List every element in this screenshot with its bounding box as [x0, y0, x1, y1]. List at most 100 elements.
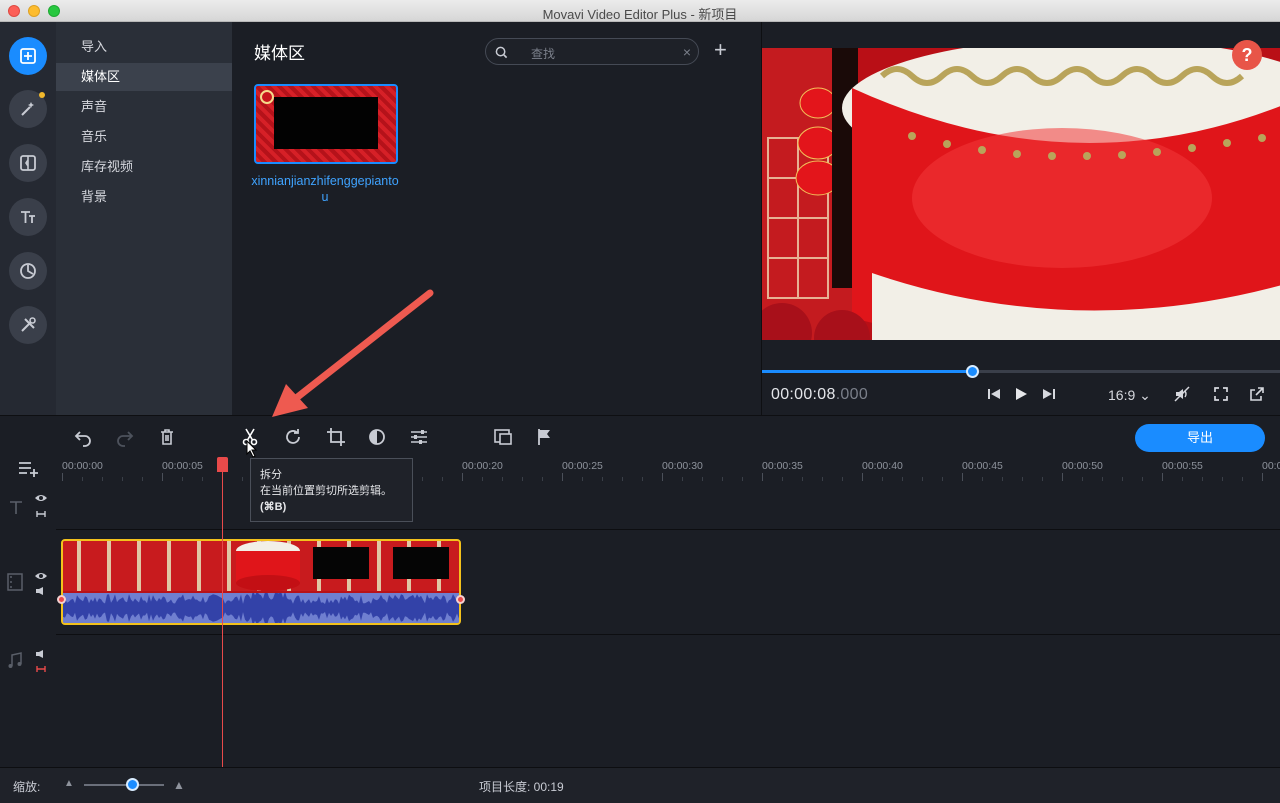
media-nav-list: 导入 媒体区 声音 音乐 库存视频 背景: [56, 22, 232, 415]
ruler-minor-tick: [682, 477, 683, 481]
ruler-minor-tick: [82, 477, 83, 481]
ruler-tick: [662, 473, 663, 481]
undo-button[interactable]: [73, 427, 93, 447]
media-thumbnail[interactable]: [254, 84, 398, 164]
search-input[interactable]: 查找 ×: [485, 38, 699, 65]
titles-tool-button[interactable]: [9, 198, 47, 236]
add-media-button[interactable]: +: [714, 38, 727, 62]
ruler-minor-tick: [1202, 477, 1203, 481]
clip-trim-end-handle[interactable]: [456, 595, 465, 604]
clear-search-icon[interactable]: ×: [683, 44, 691, 60]
aspect-ratio-select[interactable]: 16:9 ⌄: [1108, 387, 1151, 404]
link-icon[interactable]: [35, 509, 47, 519]
previous-frame-button[interactable]: [986, 386, 1002, 407]
detach-preview-button[interactable]: [1249, 386, 1265, 407]
drum-scene-image: [762, 48, 1280, 340]
speaker-icon[interactable]: [35, 586, 47, 596]
nav-item-sounds[interactable]: 声音: [56, 93, 232, 121]
redo-icon: [117, 431, 134, 447]
stickers-tool-button[interactable]: [9, 252, 47, 290]
audio-waveform: [63, 593, 459, 623]
skip-forward-icon: [1043, 389, 1055, 399]
ruler-minor-tick: [1122, 477, 1123, 481]
ruler-minor-tick: [882, 477, 883, 481]
tools-icon: [21, 317, 36, 332]
more-tools-button[interactable]: [9, 306, 47, 344]
timecode-main: 00:00:08: [771, 386, 836, 403]
play-button[interactable]: [1013, 386, 1029, 407]
playback-progress-fill: [762, 370, 973, 373]
music-track[interactable]: [56, 635, 1280, 767]
ruler-minor-tick: [142, 477, 143, 481]
flag-icon: [538, 429, 550, 445]
zoom-out-icon[interactable]: ▲: [64, 778, 74, 789]
ruler-tick: [562, 473, 563, 481]
ruler-tick-label: 00:00:45: [962, 460, 1003, 472]
nav-item-stock-video[interactable]: 库存视频: [56, 153, 232, 181]
lantern-icon: [260, 90, 274, 104]
music-track-icon: [8, 652, 22, 668]
nav-item-music[interactable]: 音乐: [56, 123, 232, 151]
add-track-button[interactable]: [17, 459, 39, 479]
transitions-tool-button[interactable]: [9, 144, 47, 182]
rotate-button[interactable]: [283, 427, 303, 447]
help-button[interactable]: ?: [1232, 40, 1262, 70]
ruler-minor-tick: [482, 477, 483, 481]
mute-preview-button[interactable]: [1174, 386, 1190, 407]
zoom-in-icon[interactable]: ▲: [173, 778, 185, 792]
media-item-name[interactable]: xinnianjianzhifenggepiantou: [250, 173, 400, 205]
zoom-slider[interactable]: [84, 778, 164, 791]
video-track-icon: [7, 573, 23, 591]
ruler-minor-tick: [582, 477, 583, 481]
track-headers: [0, 455, 56, 767]
fullscreen-button[interactable]: [1213, 386, 1229, 407]
add-file-icon: [20, 48, 36, 64]
ruler-minor-tick: [902, 477, 903, 481]
color-adjust-button[interactable]: [367, 427, 387, 447]
redo-button[interactable]: [115, 427, 135, 447]
ruler-tick: [962, 473, 963, 481]
zoom-slider-handle[interactable]: [126, 778, 139, 791]
crop-button[interactable]: [326, 427, 346, 447]
title-track[interactable]: [56, 482, 1280, 529]
nav-item-import[interactable]: 导入: [56, 33, 232, 61]
timeline-ruler[interactable]: 00:00:0000:00:0500:00:1000:00:1500:00:20…: [56, 455, 1280, 482]
current-timecode: 00:00:08.000: [771, 386, 868, 404]
clip-video-strip: [63, 541, 459, 591]
delete-button[interactable]: [157, 427, 177, 447]
add-marker-button[interactable]: [535, 427, 555, 447]
filters-tool-button[interactable]: [9, 90, 47, 128]
next-frame-button[interactable]: [1041, 386, 1057, 407]
clip-trim-start-handle[interactable]: [57, 595, 66, 604]
speaker-icon[interactable]: [35, 649, 47, 659]
eye-icon[interactable]: [34, 493, 48, 503]
rotate-icon: [286, 429, 300, 444]
playhead-handle[interactable]: [217, 457, 228, 472]
ruler-tick: [862, 473, 863, 481]
ruler-minor-tick: [1142, 477, 1143, 481]
ruler-minor-tick: [842, 477, 843, 481]
nav-item-backgrounds[interactable]: 背景: [56, 183, 232, 211]
timeline-toolbar: 导出: [0, 415, 1280, 455]
nav-item-media-bin[interactable]: 媒体区: [56, 63, 232, 91]
ruler-minor-tick: [182, 477, 183, 481]
drum-frame-image: [236, 541, 300, 591]
playback-scrubber-handle[interactable]: [966, 365, 980, 378]
ruler-minor-tick: [722, 477, 723, 481]
clock-pie-icon: [20, 263, 36, 279]
video-clip[interactable]: [61, 539, 461, 625]
export-button[interactable]: 导出: [1135, 424, 1265, 452]
preview-video[interactable]: [762, 48, 1280, 340]
eye-icon[interactable]: [34, 571, 48, 581]
tooltip-description: 在当前位置剪切所选剪辑。: [260, 485, 392, 497]
notification-dot: [39, 92, 45, 98]
playback-scrubber[interactable]: [762, 365, 1280, 378]
contrast-icon: [369, 429, 385, 445]
window-title: Movavi Video Editor Plus - 新项目: [542, 7, 738, 22]
clip-properties-button[interactable]: [409, 427, 429, 447]
ruler-minor-tick: [102, 477, 103, 481]
clip-frame-dark: [393, 547, 449, 579]
import-media-tool-button[interactable]: [9, 37, 47, 75]
overlay-button[interactable]: [493, 427, 513, 447]
unlinked-icon[interactable]: [35, 664, 47, 674]
